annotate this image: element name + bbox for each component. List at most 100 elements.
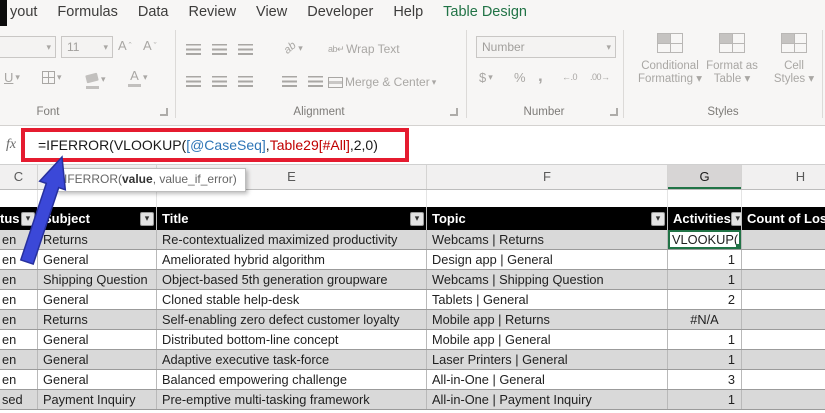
cell-title[interactable]: Pre-emptive multi-tasking framework: [157, 390, 427, 409]
font-size-select[interactable]: 11▾: [61, 36, 113, 58]
align-bottom-button[interactable]: [238, 44, 253, 55]
ribbon-tab-formulas[interactable]: Formulas: [57, 4, 117, 20]
filter-dropdown-button[interactable]: ▾: [21, 212, 35, 226]
cell-subject[interactable]: General: [38, 330, 157, 349]
cell-title[interactable]: Re-contextualized maximized productivity: [157, 230, 427, 249]
fill-color-button[interactable]: ▾: [86, 70, 106, 89]
cell-subject[interactable]: General: [38, 290, 157, 309]
alignment-dialog-launcher[interactable]: [450, 108, 458, 116]
cell-status[interactable]: en: [0, 330, 38, 349]
cell-subject[interactable]: Returns: [38, 230, 157, 249]
currency-button[interactable]: $▾: [479, 70, 493, 85]
blank-cell[interactable]: [668, 190, 742, 207]
cell-activities[interactable]: 1: [668, 330, 742, 349]
cell-subject[interactable]: Returns: [38, 310, 157, 329]
cell-topic[interactable]: Webcams | Returns: [427, 230, 668, 249]
blank-cell[interactable]: [157, 190, 427, 207]
blank-cell[interactable]: [0, 190, 38, 207]
cell-activities[interactable]: 1: [668, 250, 742, 269]
cell-topic[interactable]: All-in-One | General: [427, 370, 668, 389]
cell-subject[interactable]: General: [38, 250, 157, 269]
cell-status[interactable]: en: [0, 370, 38, 389]
cell-activities[interactable]: 1: [668, 390, 742, 409]
cell-title[interactable]: Self-enabling zero defect customer loyal…: [157, 310, 427, 329]
blank-cell[interactable]: [38, 190, 157, 207]
decrease-decimal-button[interactable]: .00→: [590, 72, 610, 82]
cell-status[interactable]: en: [0, 310, 38, 329]
cell-topic[interactable]: Webcams | Shipping Question: [427, 270, 668, 289]
percent-button[interactable]: %: [514, 70, 526, 85]
underline-button[interactable]: U▾: [4, 70, 20, 85]
number-dialog-launcher[interactable]: [610, 108, 618, 116]
increase-decimal-button[interactable]: ←.0: [562, 72, 577, 82]
cell-styles-button[interactable]: Cell Styles ▾: [762, 33, 825, 86]
cell-activities[interactable]: VLOOKUP(: [668, 230, 742, 249]
blank-cell[interactable]: [427, 190, 668, 207]
cell-subject[interactable]: General: [38, 370, 157, 389]
cell-title[interactable]: Ameliorated hybrid algorithm: [157, 250, 427, 269]
ribbon-tab-review[interactable]: Review: [189, 4, 237, 20]
cell-activities[interactable]: 1: [668, 270, 742, 289]
cell-activities[interactable]: 3: [668, 370, 742, 389]
cell-status[interactable]: en: [0, 250, 38, 269]
cell-title[interactable]: Balanced empowering challenge: [157, 370, 427, 389]
cell-status[interactable]: en: [0, 290, 38, 309]
borders-button[interactable]: ▾: [42, 71, 62, 84]
align-top-button[interactable]: [186, 44, 201, 55]
align-middle-button[interactable]: [212, 44, 227, 55]
cell-count[interactable]: 6,: [742, 250, 825, 269]
cell-title[interactable]: Cloned stable help-desk: [157, 290, 427, 309]
ribbon-tab-yout[interactable]: yout: [10, 4, 37, 20]
spreadsheet-blank-row[interactable]: [0, 190, 825, 207]
font-name-select[interactable]: ▾: [0, 36, 56, 58]
filter-dropdown-button[interactable]: ▾: [410, 212, 424, 226]
filter-dropdown-button[interactable]: ▾: [140, 212, 154, 226]
decrease-indent-button[interactable]: [282, 76, 297, 87]
comma-style-button[interactable]: ,: [538, 66, 543, 86]
orientation-button[interactable]: ab▾: [284, 42, 303, 54]
number-format-select[interactable]: Number▾: [476, 36, 616, 58]
cell-subject[interactable]: Shipping Question: [38, 270, 157, 289]
cell-topic[interactable]: Tablets | General: [427, 290, 668, 309]
cell-count[interactable]: 6,: [742, 290, 825, 309]
align-center-button[interactable]: [212, 76, 227, 87]
format-as-table-button[interactable]: Format as Table ▾: [700, 33, 764, 86]
cell-count[interactable]: 6,: [742, 390, 825, 409]
align-right-button[interactable]: [238, 76, 253, 87]
column-letter-header-h[interactable]: H: [742, 165, 825, 189]
filter-dropdown-button[interactable]: ▾: [731, 212, 742, 226]
cell-topic[interactable]: Design app | General: [427, 250, 668, 269]
grow-font-button[interactable]: Aˆ: [118, 38, 132, 53]
font-dialog-launcher[interactable]: [160, 108, 168, 116]
cell-title[interactable]: Object-based 5th generation groupware: [157, 270, 427, 289]
ribbon-tab-developer[interactable]: Developer: [307, 4, 373, 20]
cell-title[interactable]: Distributed bottom-line concept: [157, 330, 427, 349]
cell-count[interactable]: 6,: [742, 330, 825, 349]
cell-count[interactable]: 6,: [742, 350, 825, 369]
cell-topic[interactable]: Mobile app | General: [427, 330, 668, 349]
blank-cell[interactable]: [742, 190, 825, 207]
cell-count[interactable]: 6,: [742, 230, 825, 249]
font-color-button[interactable]: A▾: [128, 68, 148, 87]
column-letter-header-f[interactable]: F: [427, 165, 668, 189]
cell-count[interactable]: 6,: [742, 270, 825, 289]
align-left-button[interactable]: [186, 76, 201, 87]
cell-status[interactable]: en: [0, 230, 38, 249]
cell-topic[interactable]: Laser Printers | General: [427, 350, 668, 369]
cell-count[interactable]: 6,: [742, 370, 825, 389]
cell-subject[interactable]: Payment Inquiry: [38, 390, 157, 409]
cell-status[interactable]: en: [0, 270, 38, 289]
conditional-formatting-button[interactable]: Conditional Formatting ▾: [638, 33, 702, 86]
cell-activities[interactable]: 1: [668, 350, 742, 369]
ribbon-tab-table-design[interactable]: Table Design: [443, 4, 527, 20]
cell-title[interactable]: Adaptive executive task-force: [157, 350, 427, 369]
cell-activities[interactable]: 2: [668, 290, 742, 309]
fx-icon[interactable]: fx: [6, 137, 16, 153]
column-letter-header-c[interactable]: C: [0, 165, 38, 189]
cell-status[interactable]: en: [0, 350, 38, 369]
cell-subject[interactable]: General: [38, 350, 157, 369]
ribbon-tab-help[interactable]: Help: [393, 4, 423, 20]
increase-indent-button[interactable]: [308, 76, 323, 87]
wrap-text-button[interactable]: ab↵Wrap Text: [328, 42, 400, 56]
ribbon-tab-data[interactable]: Data: [138, 4, 169, 20]
